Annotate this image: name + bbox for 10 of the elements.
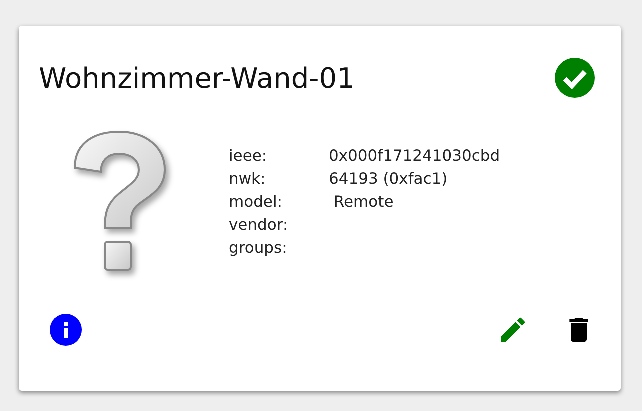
device-title: Wohnzimmer-Wand-01 [39, 62, 355, 94]
property-label: vendor: [229, 216, 290, 234]
property-value: Remote [332, 192, 394, 210]
property-label: groups: [229, 238, 288, 256]
property-label: nwk: [229, 170, 267, 188]
info-icon[interactable] [50, 314, 82, 346]
property-label: ieee: [229, 146, 268, 164]
property-value: 0x000f171241030cbd [329, 146, 500, 164]
property-label: model: [229, 192, 284, 210]
property-value: 64193 (0xfac1) [329, 170, 448, 188]
